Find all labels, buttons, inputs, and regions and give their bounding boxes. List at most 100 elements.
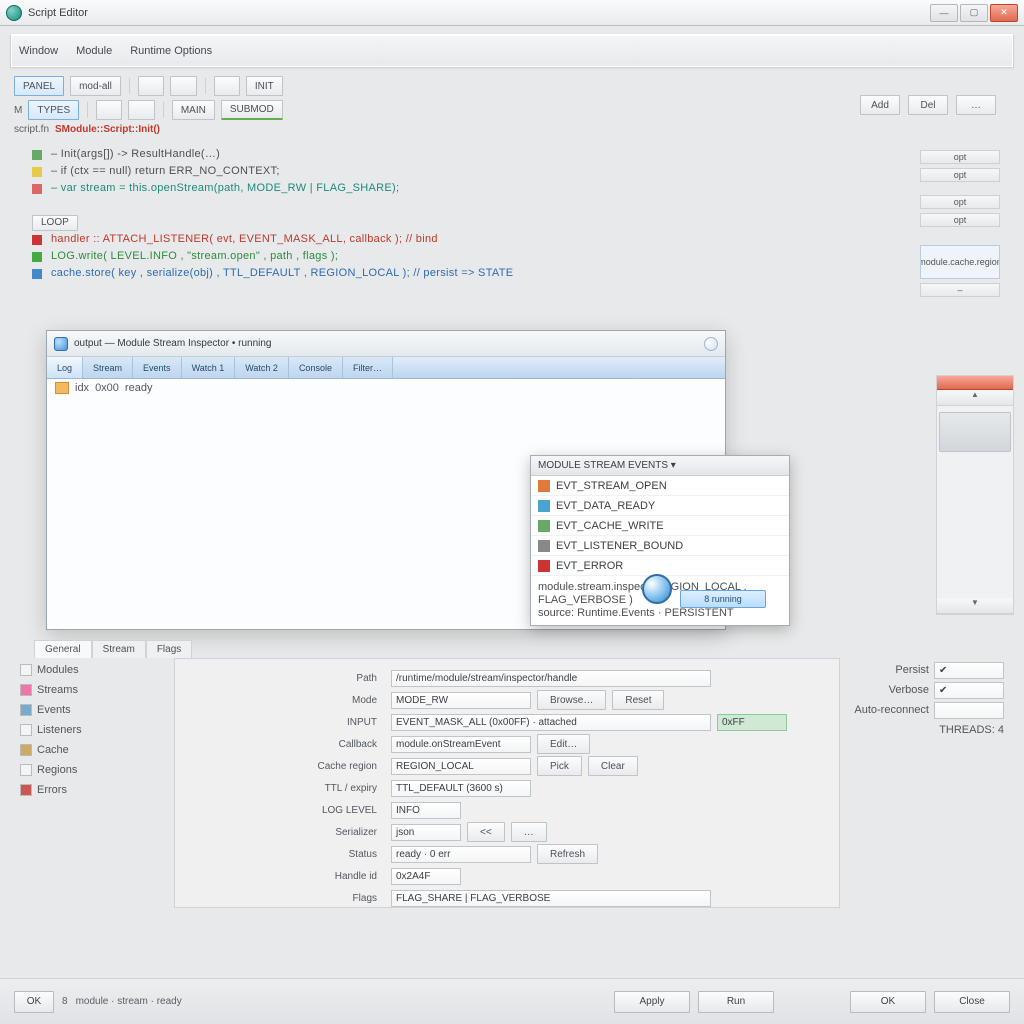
reset-button[interactable]: Reset	[612, 690, 664, 710]
minimize-button[interactable]: —	[930, 4, 958, 22]
footer-close-button[interactable]: Close	[934, 991, 1010, 1013]
footer-ok-button[interactable]: OK	[850, 991, 926, 1013]
popup-header[interactable]: MODULE STREAM EVENTS ▾	[531, 456, 789, 476]
child-tab[interactable]: Stream	[83, 357, 133, 378]
code-view: – Init(args[]) -> ResultHandle(…) – if (…	[32, 146, 1010, 282]
cat-item[interactable]: Listeners	[20, 720, 140, 740]
prop-input[interactable]: FLAG_SHARE | FLAG_VERBOSE	[391, 890, 711, 907]
rp-pill[interactable]: opt	[920, 150, 1000, 164]
cat-item[interactable]: Streams	[20, 680, 140, 700]
clear-button[interactable]: Clear	[588, 756, 638, 776]
child-tab[interactable]: Log	[47, 357, 83, 378]
menu-module[interactable]: Module	[74, 41, 114, 61]
cat-item[interactable]: Events	[20, 700, 140, 720]
child-tab[interactable]: Filter…	[343, 357, 393, 378]
right-option-list: Persist✔ Verbose✔ Auto-reconnect THREADS…	[854, 660, 1004, 740]
child-tab[interactable]: Watch 2	[235, 357, 289, 378]
child-tab[interactable]: Events	[133, 357, 182, 378]
hdr-add-button[interactable]: Add	[860, 95, 900, 115]
form-tab[interactable]: Stream	[92, 640, 146, 658]
popup-item[interactable]: EVT_LISTENER_BOUND	[531, 536, 789, 556]
prop-input[interactable]: ready · 0 err	[391, 846, 531, 863]
child-help-icon[interactable]	[704, 337, 718, 351]
pick-button[interactable]: Pick	[537, 756, 582, 776]
prop-input[interactable]: REGION_LOCAL	[391, 758, 531, 775]
scroll-thumb[interactable]	[939, 412, 1011, 452]
prev-button[interactable]: <<	[467, 822, 505, 842]
tb-submod[interactable]: SUBMOD	[221, 100, 283, 120]
rp-pill[interactable]: opt	[920, 195, 1000, 209]
task-chip[interactable]: 8 running	[680, 590, 766, 608]
tb-blank5[interactable]	[128, 100, 154, 120]
rp-box[interactable]: module.cache.region	[920, 245, 1000, 279]
footer-apply-button[interactable]: Apply	[614, 991, 690, 1013]
maximize-button[interactable]: ▢	[960, 4, 988, 22]
cat-item[interactable]: Errors	[20, 780, 140, 800]
prop-input[interactable]: EVENT_MASK_ALL (0x00FF) · attached	[391, 714, 711, 731]
scroll-down-button[interactable]: ▼	[937, 598, 1013, 614]
popup-item[interactable]: EVT_ERROR	[531, 556, 789, 576]
tb-main[interactable]: MAIN	[172, 100, 215, 120]
prop-input[interactable]: /runtime/module/stream/inspector/handle	[391, 670, 711, 687]
edit-button[interactable]: Edit…	[537, 734, 590, 754]
tb-blank1[interactable]	[138, 76, 164, 96]
rp-pill[interactable]: –	[920, 283, 1000, 297]
footer-bar: OK 8 module · stream · ready Apply Run O…	[0, 978, 1024, 1024]
left-category-list: Modules Streams Events Listeners Cache R…	[20, 660, 140, 800]
pane-close-button[interactable]	[937, 376, 1013, 390]
hdr-more-button[interactable]: …	[956, 95, 996, 115]
footer-run-button[interactable]: Run	[698, 991, 774, 1013]
right-panel-2: opt opt	[920, 195, 1000, 231]
prop-input[interactable]: module.onStreamEvent	[391, 736, 531, 753]
popup-item[interactable]: EVT_CACHE_WRITE	[531, 516, 789, 536]
child-title-bar[interactable]: output — Module Stream Inspector • runni…	[47, 331, 725, 357]
hdr-del-button[interactable]: Del	[908, 95, 948, 115]
task-orb-icon[interactable]	[642, 574, 672, 604]
menu-window[interactable]: Window	[17, 41, 60, 61]
cat-item[interactable]: Modules	[20, 660, 140, 680]
prop-input[interactable]: 0x2A4F	[391, 868, 461, 885]
child-tab[interactable]: Watch 1	[182, 357, 236, 378]
prop-input[interactable]: TTL_DEFAULT (3600 s)	[391, 780, 531, 797]
popup-item[interactable]: EVT_STREAM_OPEN	[531, 476, 789, 496]
tb-modall[interactable]: mod-all	[70, 76, 121, 96]
app-icon	[6, 5, 22, 21]
tb-init[interactable]: INIT	[246, 76, 283, 96]
footer-ok-mini[interactable]: OK	[14, 991, 54, 1013]
prop-input[interactable]: INFO	[391, 802, 461, 819]
browse-button[interactable]: Browse…	[537, 690, 606, 710]
cat-item[interactable]: Regions	[20, 760, 140, 780]
child-title: output — Module Stream Inspector • runni…	[74, 338, 698, 349]
tb-types[interactable]: TYPES	[28, 100, 79, 120]
mask-chip[interactable]: 0xFF	[717, 714, 787, 731]
prop-key: Callback	[183, 739, 383, 750]
opt-item[interactable]: Verbose✔	[854, 680, 1004, 700]
prop-key: LOG LEVEL	[183, 805, 383, 816]
scroll-up-button[interactable]: ▲	[937, 390, 1013, 406]
menu-runtime[interactable]: Runtime Options	[128, 41, 214, 61]
form-tab[interactable]: Flags	[146, 640, 192, 658]
more-button[interactable]: …	[511, 822, 547, 842]
scroll-track[interactable]	[937, 406, 1013, 598]
code-line: – Init(args[]) -> ResultHandle(…)	[51, 146, 220, 163]
rp-pill[interactable]: opt	[920, 213, 1000, 227]
opt-item[interactable]: Auto-reconnect	[854, 700, 1004, 720]
tb-blank2[interactable]	[170, 76, 196, 96]
tb-panel[interactable]: PANEL	[14, 76, 64, 96]
script-fn-value: SModule::Script::Init()	[55, 124, 160, 135]
opt-item[interactable]: Persist✔	[854, 660, 1004, 680]
prop-input[interactable]: MODE_RW	[391, 692, 531, 709]
tb-blank3[interactable]	[214, 76, 240, 96]
child-tab[interactable]: Console	[289, 357, 343, 378]
code-line: – if (ctx == null) return ERR_NO_CONTEXT…	[51, 163, 280, 180]
refresh-button[interactable]: Refresh	[537, 844, 598, 864]
prop-input[interactable]: json	[391, 824, 461, 841]
menu-bar: Window Module Runtime Options	[10, 34, 1014, 68]
form-tab[interactable]: General	[34, 640, 92, 658]
loop-chip[interactable]: LOOP	[32, 215, 78, 231]
rp-pill[interactable]: opt	[920, 168, 1000, 182]
cat-item[interactable]: Cache	[20, 740, 140, 760]
tb-blank4[interactable]	[96, 100, 122, 120]
close-button[interactable]: ✕	[990, 4, 1018, 22]
popup-item[interactable]: EVT_DATA_READY	[531, 496, 789, 516]
